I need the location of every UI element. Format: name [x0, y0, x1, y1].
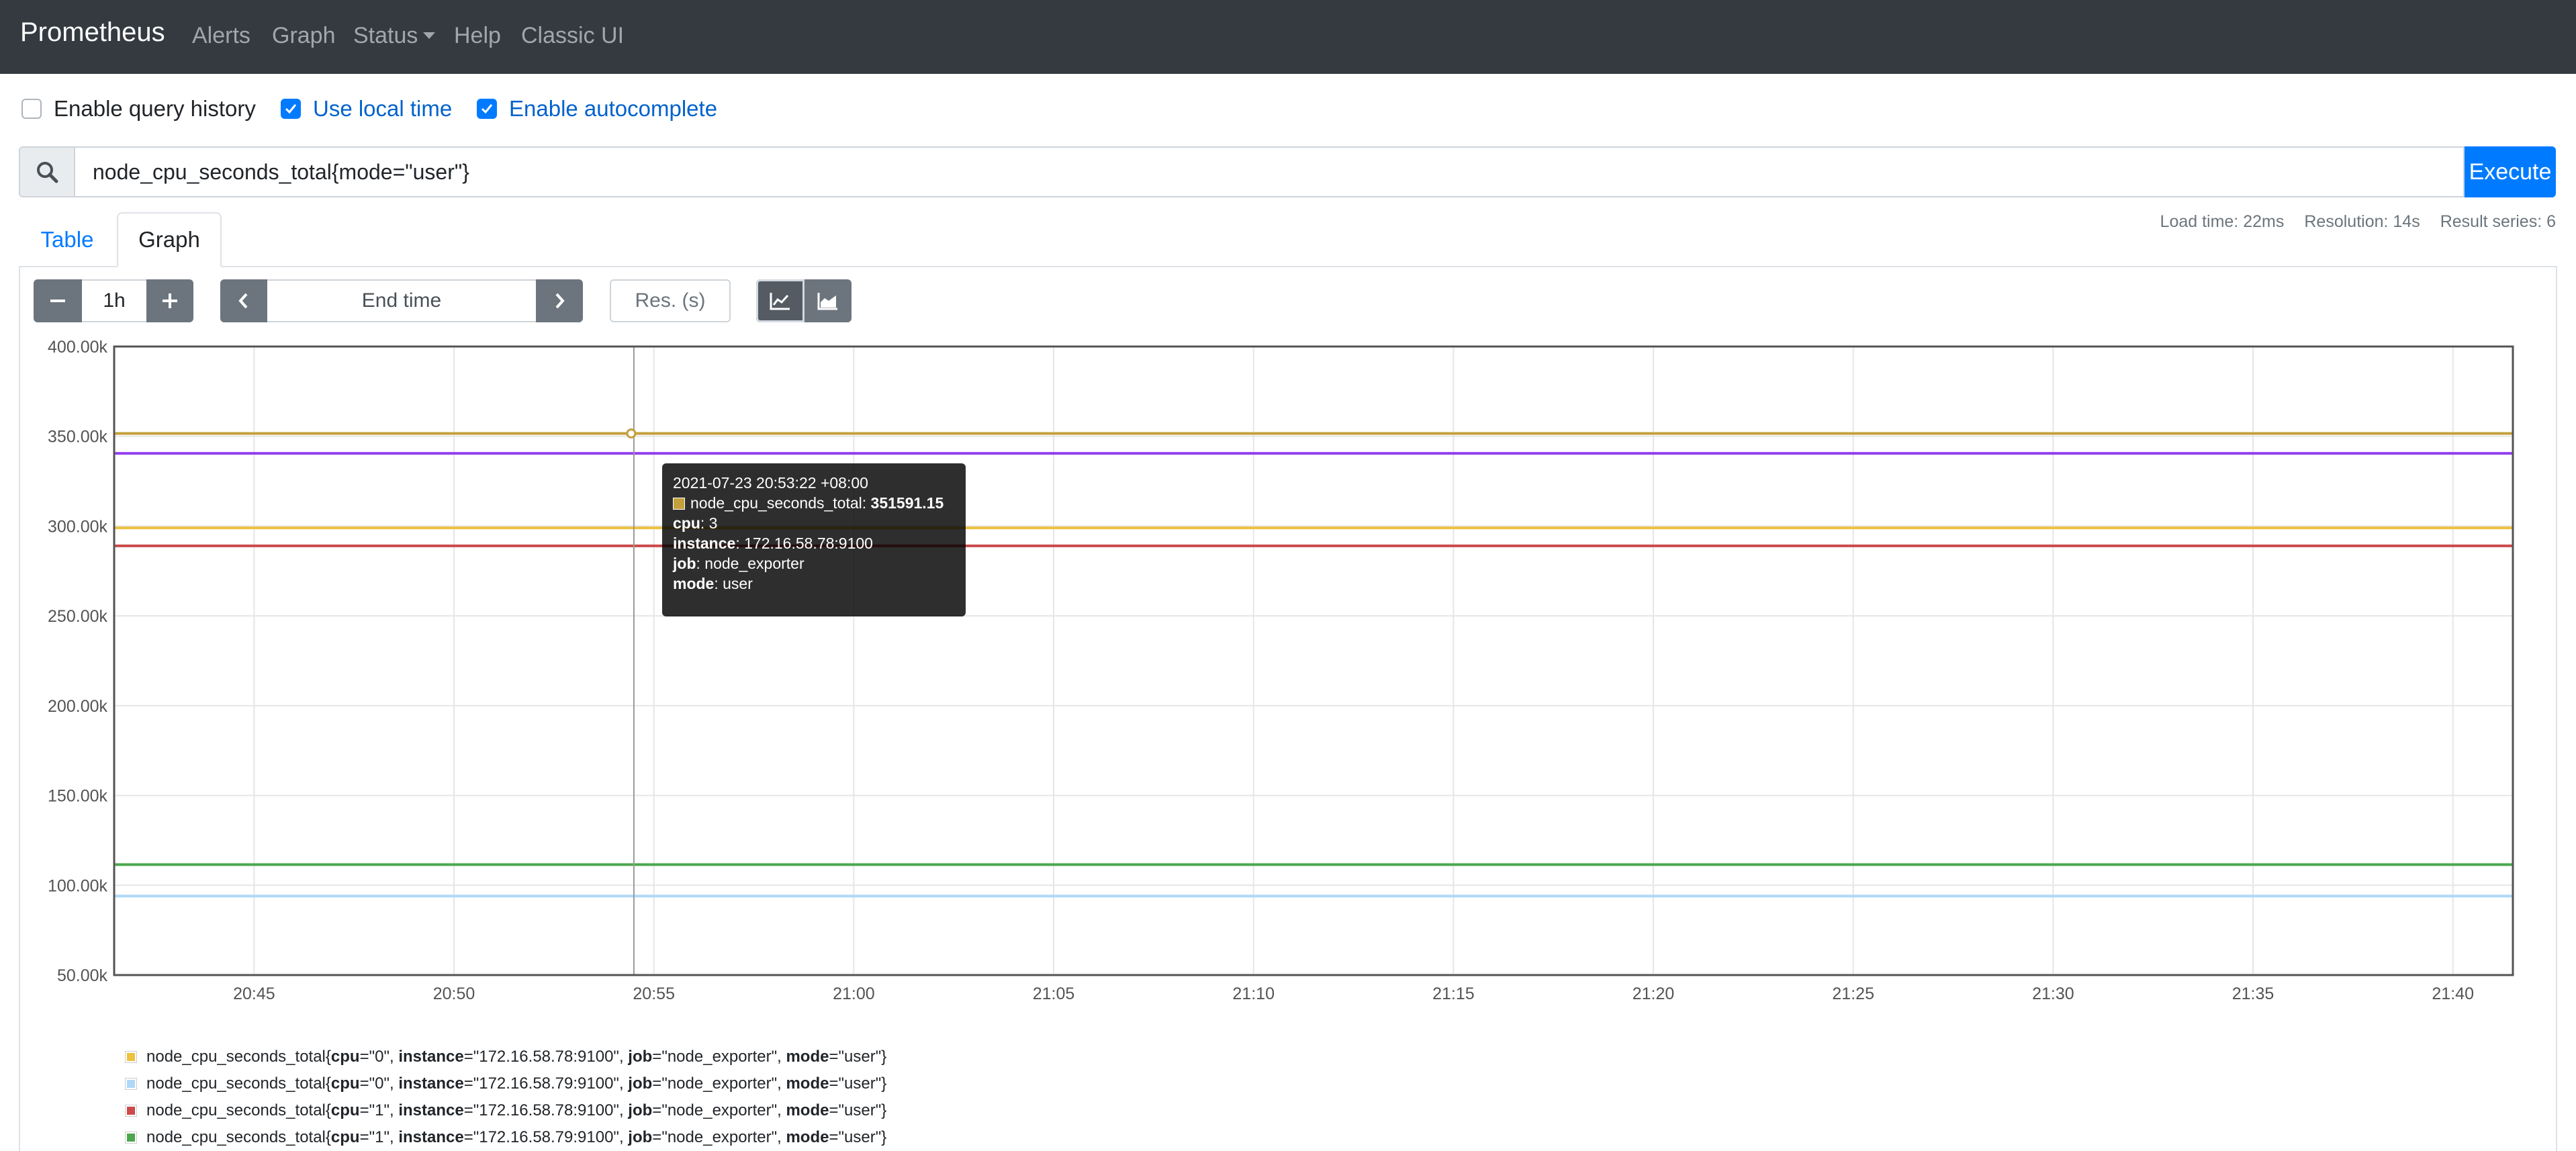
y-tick-label: 200.00k	[48, 697, 107, 716]
local-time-checkbox[interactable]	[281, 99, 301, 119]
x-tick-label: 21:15	[1432, 984, 1475, 1003]
local-time-label: Use local time	[313, 96, 453, 121]
tooltip-label-cpu: cpu: 3	[673, 514, 718, 532]
x-tick-label: 20:50	[433, 984, 475, 1003]
legend-label: node_cpu_seconds_total{cpu="1", instance…	[146, 1101, 887, 1119]
legend-swatch	[125, 1051, 137, 1063]
chevron-left-icon	[238, 293, 248, 309]
autocomplete-label: Enable autocomplete	[509, 96, 718, 121]
nav-alerts[interactable]: Alerts	[192, 23, 250, 49]
legend-label: node_cpu_seconds_total{cpu="0", instance…	[146, 1074, 887, 1093]
y-tick-label: 50.00k	[57, 966, 108, 985]
option-autocomplete[interactable]: Enable autocomplete	[477, 95, 717, 122]
query-history-label: Enable query history	[54, 96, 256, 121]
line-chart-icon	[770, 293, 790, 310]
tooltip-value: 351591.15	[870, 494, 944, 512]
legend-item[interactable]: node_cpu_seconds_total{cpu="0", instance…	[125, 1070, 886, 1097]
increase-range-button[interactable]	[146, 279, 193, 322]
expression-input[interactable]: node_cpu_seconds_total{mode="user"}	[74, 146, 2465, 197]
y-tick-label: 250.00k	[48, 607, 107, 626]
line-chart-button[interactable]	[756, 279, 804, 322]
tooltip-time: 2021-07-23 20:53:22 +08:00	[673, 474, 868, 492]
x-tick-label: 21:25	[1832, 984, 1874, 1003]
load-time: Load time: 22ms	[2160, 212, 2285, 231]
time-series-chart[interactable]: 400.00k 350.00k 300.00k 250.00k 200.00k 150.0…	[0, 336, 2576, 1007]
legend-item[interactable]: node_cpu_seconds_total{cpu="1", instance…	[125, 1097, 886, 1124]
nav-graph[interactable]: Graph	[272, 23, 336, 49]
y-tick-label: 300.00k	[48, 517, 107, 536]
tooltip-metric: node_cpu_seconds_total	[690, 494, 862, 512]
chart-tooltip: 2021-07-23 20:53:22 +08:00 node_cpu_seco…	[662, 463, 966, 616]
tooltip-label-instance: instance: 172.16.58.78:9100	[673, 535, 873, 552]
execute-button[interactable]: Execute	[2465, 146, 2556, 197]
plot-border	[113, 345, 2514, 976]
top-navbar: Prometheus Alerts Graph Status Help Clas…	[0, 0, 2576, 74]
check-icon	[285, 104, 297, 114]
x-tick-label: 21:40	[2432, 984, 2474, 1003]
decrease-range-button[interactable]	[34, 279, 82, 322]
resolution-stat: Resolution: 14s	[2304, 212, 2420, 231]
tab-table[interactable]: Table	[20, 212, 114, 267]
next-time-button[interactable]	[536, 279, 583, 322]
nav-classic-ui[interactable]: Classic UI	[521, 23, 624, 49]
legend-swatch	[125, 1132, 137, 1144]
legend-label: node_cpu_seconds_total{cpu="1", instance…	[146, 1128, 887, 1146]
resolution-input[interactable]: Res. (s)	[610, 279, 731, 322]
legend-swatch	[125, 1105, 137, 1117]
y-tick-label: 350.00k	[48, 428, 107, 447]
tooltip-label-mode: mode: user	[673, 575, 753, 592]
chart-legend: node_cpu_seconds_total{cpu="0", instance…	[125, 1044, 886, 1151]
legend-item[interactable]: node_cpu_seconds_total{cpu="1", instance…	[125, 1124, 886, 1151]
autocomplete-checkbox[interactable]	[477, 99, 497, 119]
hover-point	[626, 428, 637, 439]
nav-status-label: Status	[353, 23, 418, 48]
tooltip-series: node_cpu_seconds_total: 351591.15	[673, 493, 955, 513]
plus-icon	[163, 293, 177, 308]
option-local-time[interactable]: Use local time	[281, 95, 452, 122]
x-tick-label: 21:00	[833, 984, 875, 1003]
tab-graph[interactable]: Graph	[117, 212, 222, 267]
x-tick-label: 21:05	[1033, 984, 1075, 1003]
nav-help[interactable]: Help	[454, 23, 501, 49]
query-stats: Load time: 22ms Resolution: 14s Result s…	[2160, 212, 2556, 232]
x-tick-label: 20:45	[233, 984, 275, 1003]
y-tick-label: 100.00k	[48, 876, 107, 895]
search-icon	[19, 146, 74, 197]
legend-item[interactable]: node_cpu_seconds_total{cpu="0", instance…	[125, 1044, 886, 1070]
chart-series	[114, 347, 2513, 975]
tooltip-swatch	[673, 498, 685, 510]
chevron-right-icon	[555, 293, 565, 309]
check-icon	[481, 104, 493, 114]
range-input[interactable]: 1h	[82, 279, 146, 322]
y-tick-label: 150.00k	[48, 787, 107, 806]
brand-logo-text[interactable]: Prometheus	[20, 17, 165, 48]
caret-down-icon	[423, 32, 436, 39]
option-query-history[interactable]: Enable query history	[21, 95, 256, 122]
stacked-chart-button[interactable]	[804, 279, 852, 322]
x-tick-label: 21:20	[1632, 984, 1675, 1003]
end-time-input[interactable]: End time	[267, 279, 536, 322]
x-tick-label: 20:55	[633, 984, 675, 1003]
y-tick-label: 400.00k	[48, 338, 107, 357]
nav-status-dropdown[interactable]: Status	[353, 23, 436, 49]
x-tick-label: 21:10	[1232, 984, 1275, 1003]
result-series: Result series: 6	[2440, 212, 2556, 231]
legend-swatch	[125, 1078, 137, 1090]
prev-time-button[interactable]	[220, 279, 267, 322]
minus-icon	[50, 300, 65, 302]
tooltip-label-job: job: node_exporter	[673, 555, 804, 572]
chart-grid	[114, 346, 2513, 976]
x-tick-label: 21:35	[2232, 984, 2274, 1003]
x-tick-label: 21:30	[2032, 984, 2074, 1003]
chart-axes: 400.00k 350.00k 300.00k 250.00k 200.00k 150.0…	[48, 338, 2514, 1003]
query-history-checkbox[interactable]	[21, 99, 42, 119]
legend-label: node_cpu_seconds_total{cpu="0", instance…	[146, 1048, 887, 1066]
area-chart-icon	[817, 293, 837, 310]
query-bar: node_cpu_seconds_total{mode="user"} Exec…	[19, 146, 2556, 197]
